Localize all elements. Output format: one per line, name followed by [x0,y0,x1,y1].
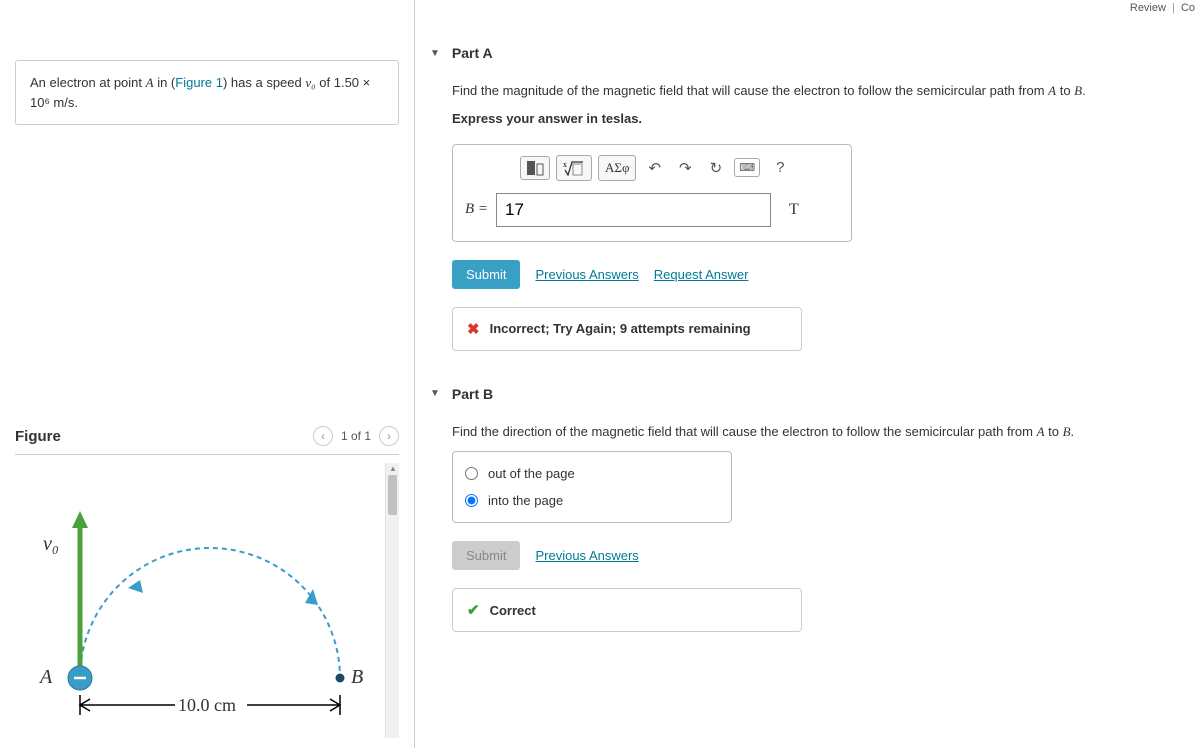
partA-title: Part A [452,45,493,61]
var-v0: v₀ [305,75,315,90]
partA-previous-answers-link[interactable]: Previous Answers [535,267,638,282]
incorrect-icon: ✖ [467,320,480,338]
correct-icon: ✔ [467,601,480,619]
partB-previous-answers-link[interactable]: Previous Answers [535,548,638,563]
svg-text:x: x [563,160,567,169]
partA-feedback: ✖ Incorrect; Try Again; 9 attempts remai… [452,307,802,351]
radio-out[interactable] [465,467,478,480]
partA-instruction: Express your answer in teslas. [452,111,1185,126]
partA-unit: T [789,201,799,219]
keyboard-button[interactable]: ⌨ [734,158,760,177]
redo-button[interactable]: ↷ [673,155,698,181]
partB-question: Find the direction of the magnetic field… [452,422,1185,442]
problem-statement: An electron at point A in (Figure 1) has… [15,60,399,125]
text: An electron at point [30,75,146,90]
reset-button[interactable]: ↻ [704,155,729,181]
undo-button[interactable]: ↶ [642,155,667,181]
partA-answer-input[interactable] [496,193,771,227]
option-into-label: into the page [488,493,563,508]
sqrt-button[interactable]: x [556,155,592,181]
B-label: B [351,666,363,689]
top-links: Review | Co [1130,2,1195,14]
figure-prev-button[interactable]: ‹ [313,426,333,446]
scroll-up-icon: ▲ [389,464,397,473]
option-out-of-page[interactable]: out of the page [465,460,719,487]
text: of [316,75,334,90]
partA-feedback-text: Incorrect; Try Again; 9 attempts remaini… [490,321,751,336]
partB-options: out of the page into the page [452,451,732,523]
templates-button[interactable]: ΑΣφ [598,155,636,181]
figure-diagram [25,473,385,733]
scrollbar-thumb[interactable] [388,475,397,515]
option-out-label: out of the page [488,466,575,481]
v0-label: v₀ [43,533,59,556]
figure-counter: 1 of 1 [341,429,371,443]
figure-title: Figure [15,428,61,445]
partA-lhs: B = [465,201,488,218]
figure-content: v₀ A B 10.0 cm [15,463,385,738]
help-button[interactable]: ? [770,155,790,180]
partB-collapse-icon[interactable]: ▼ [430,388,440,399]
dimension-label: 10.0 cm [178,695,236,716]
figure-ref-link[interactable]: Figure 1 [175,75,223,90]
text: . [74,95,78,110]
format-button[interactable] [520,156,550,180]
partA-answer-box: x ΑΣφ ↶ ↷ ↻ ⌨ ? B = T [452,144,852,242]
text: in ( [154,75,176,90]
partA-request-answer-link[interactable]: Request Answer [654,267,749,282]
partB-feedback-text: Correct [490,603,536,618]
option-into-page[interactable]: into the page [465,487,719,514]
partB-feedback: ✔ Correct [452,588,802,632]
radio-into[interactable] [465,494,478,507]
partA-question: Find the magnitude of the magnetic field… [452,81,1185,101]
var-A: A [146,75,154,90]
A-label: A [40,666,52,689]
partB-title: Part B [452,386,493,402]
co-link[interactable]: Co [1181,2,1195,14]
text: ) has a speed [223,75,305,90]
figure-next-button[interactable]: › [379,426,399,446]
partA-submit-button[interactable]: Submit [452,260,520,289]
review-link[interactable]: Review [1130,2,1166,14]
partB-submit-button: Submit [452,541,520,570]
partA-collapse-icon[interactable]: ▼ [430,48,440,59]
left-panel: An electron at point A in (Figure 1) has… [0,0,415,748]
figure-scrollbar[interactable]: ▲ [385,463,399,738]
